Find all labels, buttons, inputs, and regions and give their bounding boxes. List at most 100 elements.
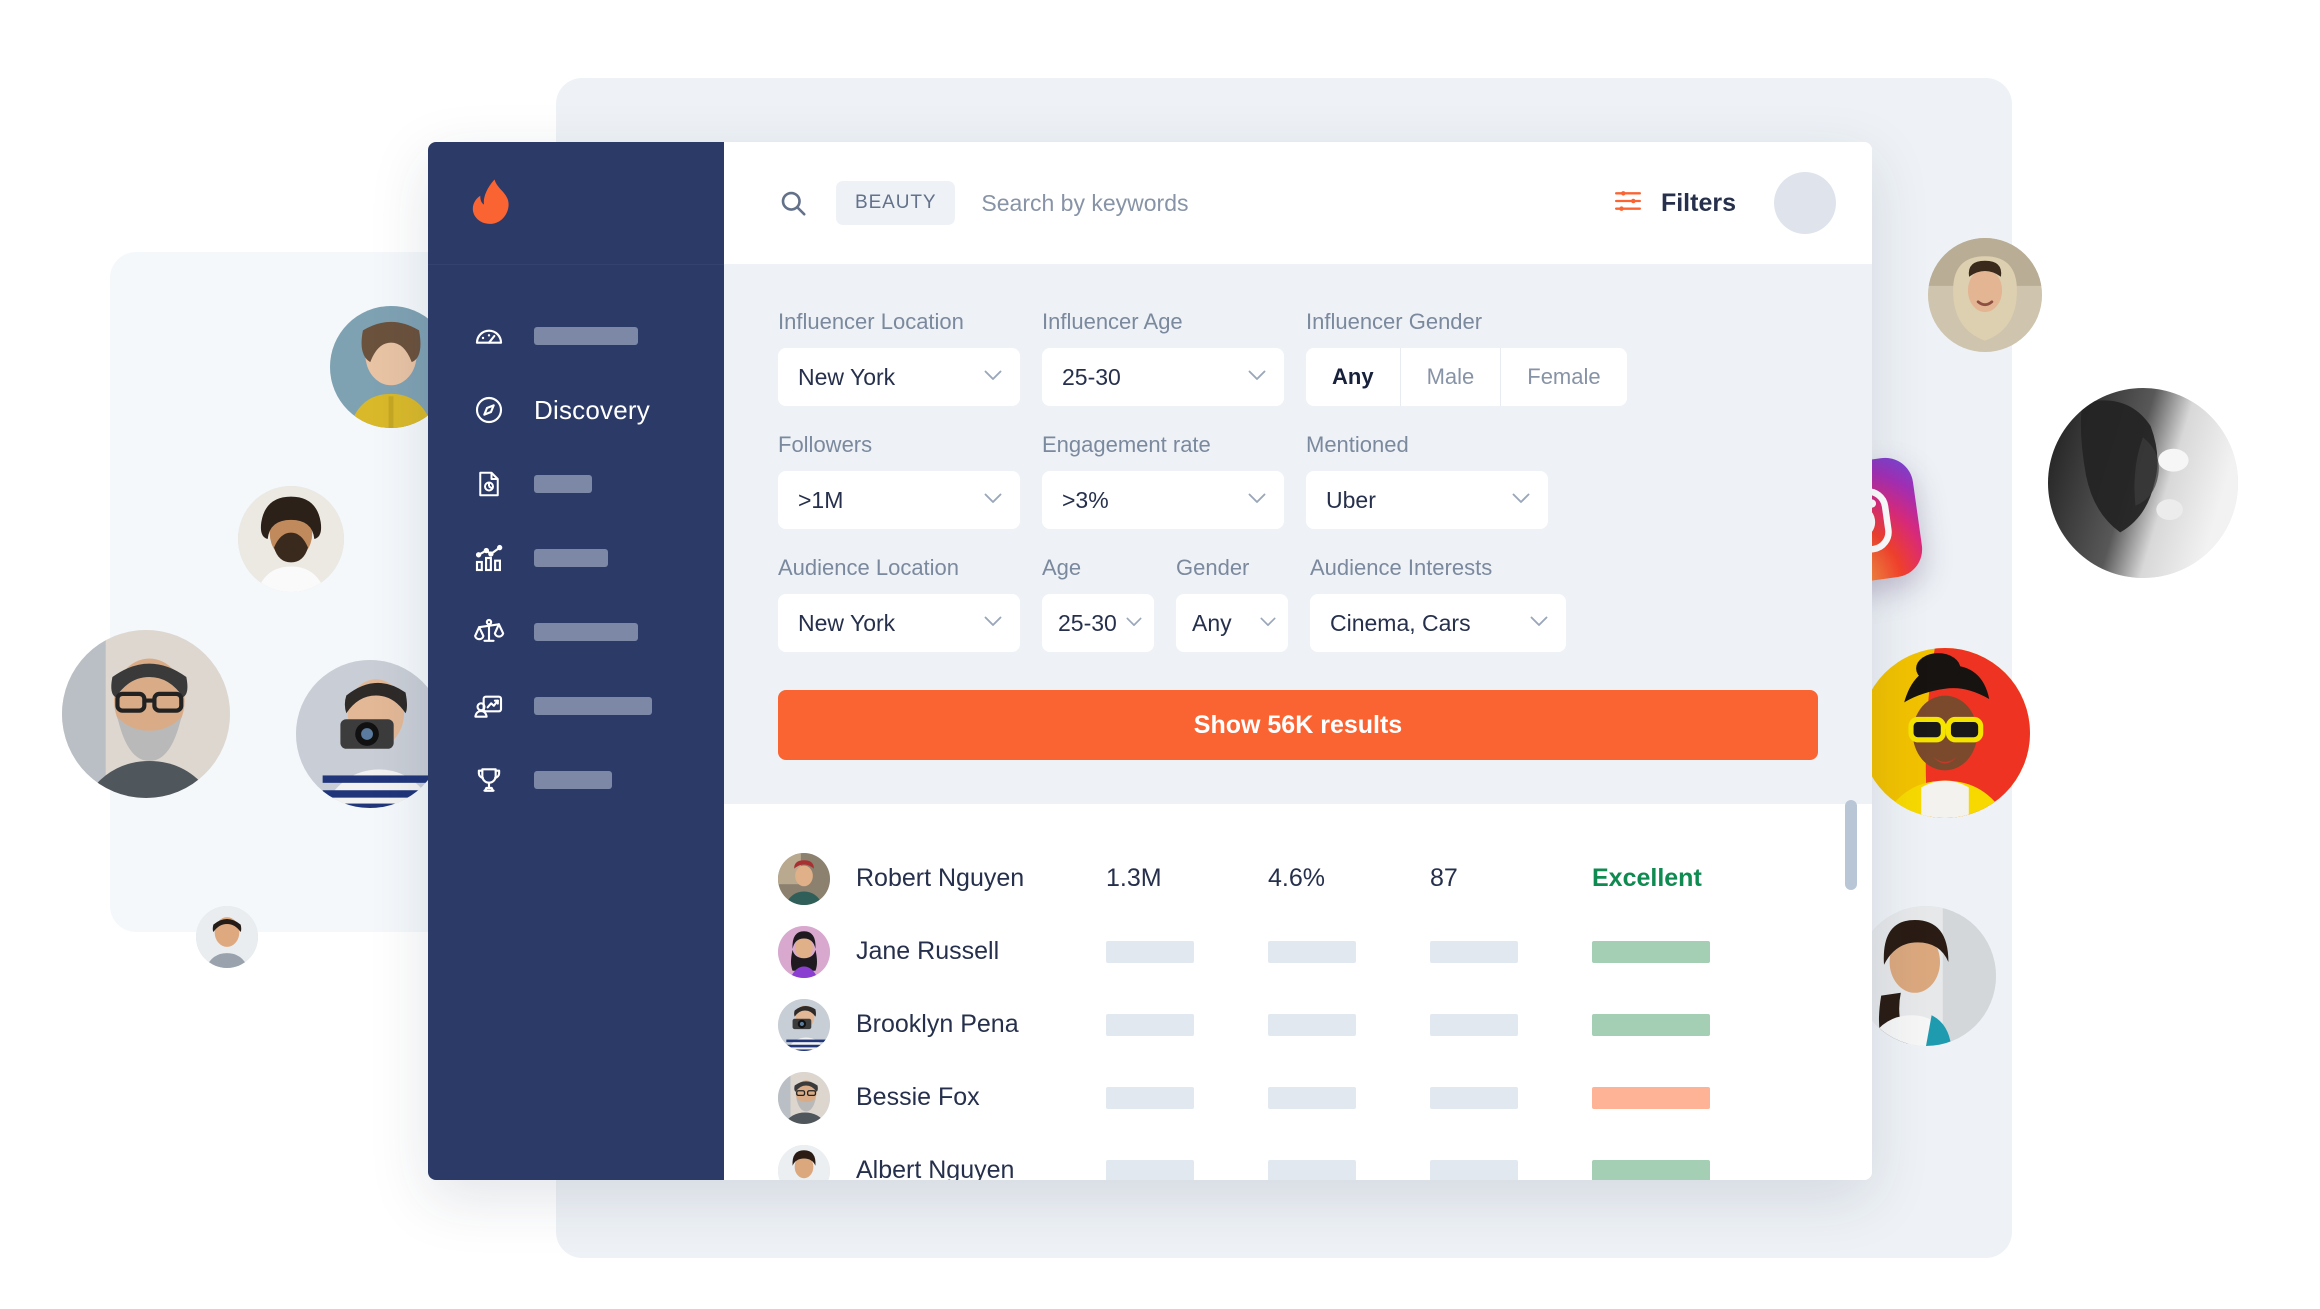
sidebar-item-placeholder xyxy=(534,771,612,789)
search-input[interactable] xyxy=(979,188,1613,218)
audience-interests-select[interactable]: Cinema, Cars xyxy=(1310,594,1566,652)
scales-icon xyxy=(472,615,506,649)
filter-row-2: Followers >1M Engagement rate >3% Mentio… xyxy=(778,432,1818,529)
sidebar-item-placeholder xyxy=(534,549,608,567)
sidebar-item-placeholder xyxy=(534,327,638,345)
select-value: >1M xyxy=(798,486,844,513)
table-row[interactable]: Brooklyn Pena xyxy=(778,988,1818,1061)
engagement-rate-select[interactable]: >3% xyxy=(1042,471,1284,529)
engagement-value: 4.6% xyxy=(1268,864,1325,892)
sidebar-item-dashboard[interactable] xyxy=(428,299,724,373)
engagement-skeleton xyxy=(1268,940,1378,963)
score-skeleton xyxy=(1430,940,1540,963)
select-value: New York xyxy=(798,363,896,390)
top-bar: BEAUTY Filters xyxy=(724,142,1872,265)
gender-option-any[interactable]: Any xyxy=(1306,348,1400,406)
analytics-icon xyxy=(472,541,506,575)
engagement-skeleton xyxy=(1268,1159,1378,1180)
avatar-jane-russell xyxy=(778,925,830,978)
influencer-name: Brooklyn Pena xyxy=(856,1010,1019,1038)
filters-button[interactable]: Filters xyxy=(1613,188,1736,219)
search-icon[interactable] xyxy=(778,188,808,218)
gender-option-male[interactable]: Male xyxy=(1399,348,1501,406)
app-window: Discovery BEAUTY Search by keywords Filt… xyxy=(428,142,1872,1180)
field-label: Audience Interests xyxy=(1310,555,1493,580)
score-skeleton xyxy=(1430,1013,1540,1036)
mentioned-select[interactable]: Uber xyxy=(1306,471,1548,529)
select-value: Uber xyxy=(1326,486,1376,513)
avatar-bessie-fox xyxy=(778,1071,830,1124)
influencer-name: Jane Russell xyxy=(856,937,1000,965)
filter-mentioned: Mentioned Uber xyxy=(1306,432,1548,529)
sidebar-item-leaderboard[interactable] xyxy=(428,743,724,817)
sidebar-item-analytics[interactable] xyxy=(428,521,724,595)
compass-icon xyxy=(472,393,506,427)
influencer-name: Bessie Fox xyxy=(856,1083,980,1111)
decor-avatar-smiling-man xyxy=(238,486,344,592)
report-icon xyxy=(472,467,506,501)
sliders-icon xyxy=(1613,188,1643,219)
sidebar-item-placeholder xyxy=(534,623,638,641)
decor-avatar-photographer xyxy=(296,660,444,808)
followers-skeleton xyxy=(1106,940,1216,963)
influencer-gender-segmented: Any Male Female xyxy=(1306,348,1627,406)
filter-engagement-rate: Engagement rate >3% xyxy=(1042,432,1284,529)
select-value: >3% xyxy=(1062,486,1109,513)
sidebar-item-reports[interactable] xyxy=(428,447,724,521)
table-row[interactable]: Albert Nguyen xyxy=(778,1134,1818,1180)
audience-age-select[interactable]: 25-30 xyxy=(1042,594,1154,652)
audience-gender-select[interactable]: Any xyxy=(1176,594,1288,652)
followers-skeleton xyxy=(1106,1159,1216,1180)
influencer-age-select[interactable]: 25-30 xyxy=(1042,348,1284,406)
audience-location-select[interactable]: New York xyxy=(778,594,1020,652)
table-row[interactable]: Robert Nguyen 1.3M 4.6% 87 Excellent xyxy=(778,842,1818,915)
logo-zone[interactable] xyxy=(428,142,724,265)
field-label: Influencer Gender xyxy=(1306,309,1483,334)
influencer-name: Albert Nguyen xyxy=(856,1156,1015,1180)
user-avatar[interactable] xyxy=(1774,172,1836,234)
sidebar-item-discovery[interactable]: Discovery xyxy=(428,373,724,447)
followers-value: 1.3M xyxy=(1106,864,1162,892)
filter-panel: Influencer Location New York Influencer … xyxy=(724,265,1872,804)
score-skeleton xyxy=(1430,1086,1540,1109)
table-row[interactable]: Bessie Fox xyxy=(778,1061,1818,1134)
sidebar-item-audience[interactable] xyxy=(428,669,724,743)
sidebar-item-label: Discovery xyxy=(534,394,650,425)
filter-row-3: Audience Location New York Age 25-30 Gen… xyxy=(778,555,1818,652)
table-row[interactable]: Jane Russell xyxy=(778,915,1818,988)
avatar-albert-nguyen xyxy=(778,1144,830,1180)
vertical-scrollbar[interactable] xyxy=(1845,800,1857,890)
followers-select[interactable]: >1M xyxy=(778,471,1020,529)
field-label: Influencer Age xyxy=(1042,309,1183,334)
chevron-down-icon xyxy=(984,368,1002,386)
filters-label: Filters xyxy=(1660,188,1736,217)
search-tag-beauty[interactable]: BEAUTY xyxy=(836,181,956,225)
status-badge: Excellent xyxy=(1592,864,1702,892)
chevron-down-icon xyxy=(984,614,1002,632)
filter-audience-age: Age 25-30 xyxy=(1042,555,1154,652)
field-label: Age xyxy=(1042,555,1082,580)
followers-skeleton xyxy=(1106,1086,1216,1109)
chevron-down-icon xyxy=(1248,368,1266,386)
avatar-brooklyn-pena xyxy=(778,998,830,1051)
select-value: Cinema, Cars xyxy=(1330,609,1471,636)
decor-avatar-bw-portrait xyxy=(2048,388,2238,578)
show-results-button[interactable]: Show 56K results xyxy=(778,690,1818,760)
gender-option-female[interactable]: Female xyxy=(1500,348,1626,406)
field-label: Gender xyxy=(1176,555,1250,580)
sidebar-item-placeholder xyxy=(534,697,652,715)
select-value: Any xyxy=(1192,609,1232,636)
chevron-down-icon xyxy=(1126,614,1142,632)
decor-avatar-woman-headscarf xyxy=(1928,238,2042,352)
select-value: 25-30 xyxy=(1058,609,1117,636)
influencer-location-select[interactable]: New York xyxy=(778,348,1020,406)
sidebar-item-compare[interactable] xyxy=(428,595,724,669)
sidebar-item-placeholder xyxy=(534,475,592,493)
decor-avatar-woman-sunglasses xyxy=(1860,648,2030,818)
chevron-down-icon xyxy=(1248,491,1266,509)
filter-influencer-age: Influencer Age 25-30 xyxy=(1042,309,1284,406)
select-value: 25-30 xyxy=(1062,363,1121,390)
chevron-down-icon xyxy=(984,491,1002,509)
field-label: Influencer Location xyxy=(778,309,964,334)
filter-audience-location: Audience Location New York xyxy=(778,555,1020,652)
